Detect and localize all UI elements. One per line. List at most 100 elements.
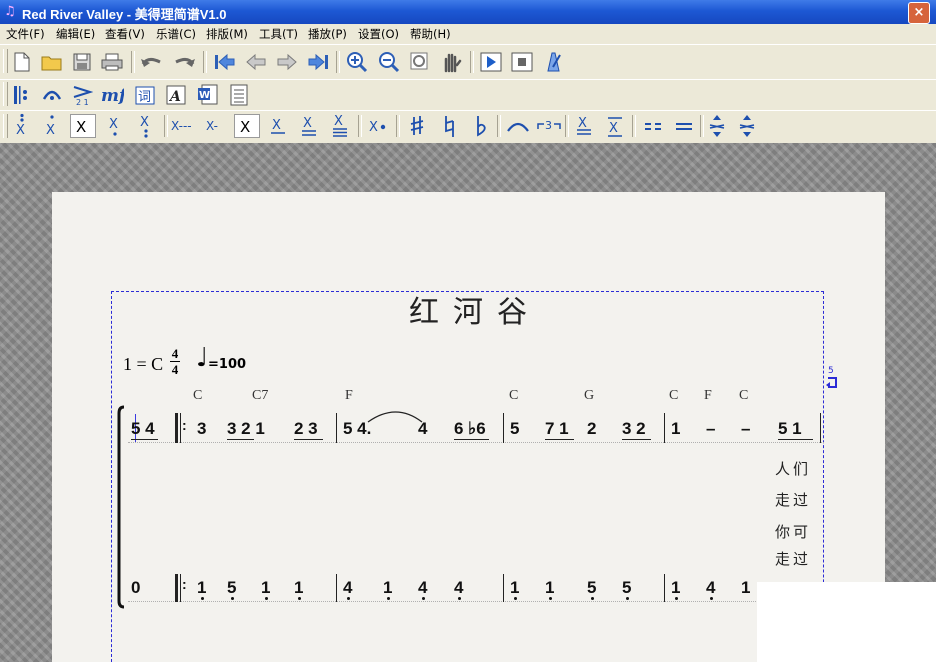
- metronome-icon[interactable]: [540, 50, 566, 74]
- melody-note[interactable]: 1: [671, 419, 680, 439]
- bass-note[interactable]: 1: [510, 578, 519, 598]
- menu-help[interactable]: 帮助(H): [410, 26, 451, 42]
- menu-layout[interactable]: 排版(M): [206, 26, 248, 42]
- menu-play[interactable]: 播放(P): [308, 26, 347, 42]
- note-high2-button[interactable]: X: [9, 113, 35, 138]
- menu-settings[interactable]: 设置(O): [358, 26, 399, 42]
- bass-note[interactable]: 1: [294, 578, 303, 598]
- bass-note[interactable]: 0: [131, 578, 140, 598]
- lyric-line[interactable]: 人们: [775, 458, 811, 479]
- stop-icon[interactable]: [509, 50, 535, 74]
- quarter-note-button[interactable]: X: [234, 114, 260, 138]
- dotted-note-button[interactable]: X: [365, 114, 391, 138]
- thirtysecond-note-button[interactable]: X: [327, 114, 353, 138]
- double-dash-icon[interactable]: [640, 114, 666, 138]
- first-page-icon[interactable]: [212, 50, 238, 74]
- close-button[interactable]: ×: [908, 2, 930, 24]
- bass-note[interactable]: 4: [454, 578, 463, 598]
- lyric-line[interactable]: 走过: [775, 489, 811, 510]
- open-folder-icon[interactable]: [39, 50, 65, 74]
- chord-symbol[interactable]: F: [345, 388, 353, 404]
- note-below-bar-button[interactable]: X: [602, 114, 628, 138]
- double-line-icon[interactable]: [671, 114, 697, 138]
- score-title[interactable]: 红河谷: [380, 287, 570, 331]
- new-file-icon[interactable]: [9, 50, 35, 74]
- chord-symbol[interactable]: C: [509, 388, 518, 404]
- dynamics-mf-icon[interactable]: mf: [99, 83, 125, 107]
- menu-file[interactable]: 文件(F): [6, 26, 45, 42]
- chord-symbol[interactable]: G: [584, 388, 594, 404]
- menu-edit[interactable]: 编辑(E): [56, 26, 95, 42]
- melody-note[interactable]: 3 2: [622, 419, 646, 439]
- melody-note[interactable]: 7 1: [545, 419, 569, 439]
- menu-tools[interactable]: 工具(T): [259, 26, 298, 42]
- note-low1-button[interactable]: X: [102, 114, 128, 138]
- zoom-in-icon[interactable]: [344, 50, 370, 74]
- bass-note[interactable]: 5: [622, 578, 631, 598]
- redo-icon[interactable]: [171, 50, 197, 74]
- raise-octave-icon[interactable]: [704, 114, 730, 138]
- menu-view[interactable]: 查看(V): [105, 26, 145, 42]
- lyric-line[interactable]: 你可: [775, 521, 811, 542]
- half-note-button[interactable]: X-: [204, 114, 230, 138]
- note-low2-button[interactable]: X: [133, 114, 159, 138]
- lyric-line[interactable]: 走过: [775, 548, 811, 569]
- bass-note[interactable]: 4: [706, 578, 715, 598]
- whole-note-button[interactable]: X---: [170, 114, 202, 138]
- bass-note[interactable]: 5: [227, 578, 236, 598]
- word-export-icon[interactable]: W: [195, 83, 221, 107]
- tempo-marking[interactable]: =100: [208, 357, 246, 372]
- natural-icon[interactable]: [436, 114, 462, 138]
- lyrics-icon[interactable]: 词: [133, 83, 159, 107]
- next-page-icon[interactable]: [274, 50, 300, 74]
- melody-note[interactable]: 5: [510, 419, 519, 439]
- zoom-out-icon[interactable]: [376, 50, 402, 74]
- slur-icon[interactable]: [505, 114, 531, 138]
- melody-note[interactable]: 5 1: [778, 419, 802, 439]
- melody-note[interactable]: 3 2 1: [227, 419, 265, 439]
- bass-note[interactable]: 1: [671, 578, 680, 598]
- toolbar-grip[interactable]: [3, 82, 8, 106]
- text-icon[interactable]: A: [164, 83, 190, 107]
- bass-note[interactable]: 4: [418, 578, 427, 598]
- eighth-note-button[interactable]: X: [265, 114, 291, 138]
- print-icon[interactable]: [99, 50, 125, 74]
- melody-note[interactable]: 6 ♭6: [454, 419, 486, 439]
- melody-note[interactable]: 2: [587, 419, 596, 439]
- fit-page-icon[interactable]: [407, 50, 433, 74]
- flat-icon[interactable]: [468, 114, 494, 138]
- bass-note[interactable]: 5: [587, 578, 596, 598]
- fermata-icon[interactable]: [39, 83, 65, 107]
- chord-symbol[interactable]: C: [193, 388, 202, 404]
- undo-icon[interactable]: [139, 50, 165, 74]
- repeat-marker[interactable]: 5: [825, 366, 841, 390]
- melody-note[interactable]: –: [706, 419, 715, 439]
- page-list-icon[interactable]: [226, 83, 252, 107]
- last-page-icon[interactable]: [305, 50, 331, 74]
- sixteenth-note-button[interactable]: X: [296, 114, 322, 138]
- toolbar-grip[interactable]: [3, 49, 8, 73]
- melody-note[interactable]: 4: [418, 419, 427, 439]
- melody-note[interactable]: –: [741, 419, 750, 439]
- time-signature[interactable]: 4 4: [170, 346, 180, 377]
- chord-symbol[interactable]: F: [704, 388, 712, 404]
- prev-page-icon[interactable]: [243, 50, 269, 74]
- bass-note[interactable]: 1: [741, 578, 750, 598]
- chord-symbol[interactable]: C7: [252, 388, 268, 404]
- bass-note[interactable]: 4: [343, 578, 352, 598]
- triplet-icon[interactable]: 3: [536, 114, 562, 138]
- bass-note[interactable]: 1: [383, 578, 392, 598]
- sharp-icon[interactable]: [404, 114, 430, 138]
- melody-note[interactable]: 3: [197, 419, 206, 439]
- melody-note[interactable]: 5 4: [131, 419, 155, 439]
- save-icon[interactable]: [69, 50, 95, 74]
- bass-note[interactable]: 1: [197, 578, 206, 598]
- chord-symbol[interactable]: C: [669, 388, 678, 404]
- bass-note[interactable]: 1: [545, 578, 554, 598]
- bass-note[interactable]: 1: [261, 578, 270, 598]
- chord-symbol[interactable]: C: [739, 388, 748, 404]
- lower-octave-icon[interactable]: [734, 114, 760, 138]
- hand-icon[interactable]: [438, 50, 464, 74]
- note-high1-button[interactable]: X: [39, 114, 65, 138]
- melody-note[interactable]: 2 3: [294, 419, 318, 439]
